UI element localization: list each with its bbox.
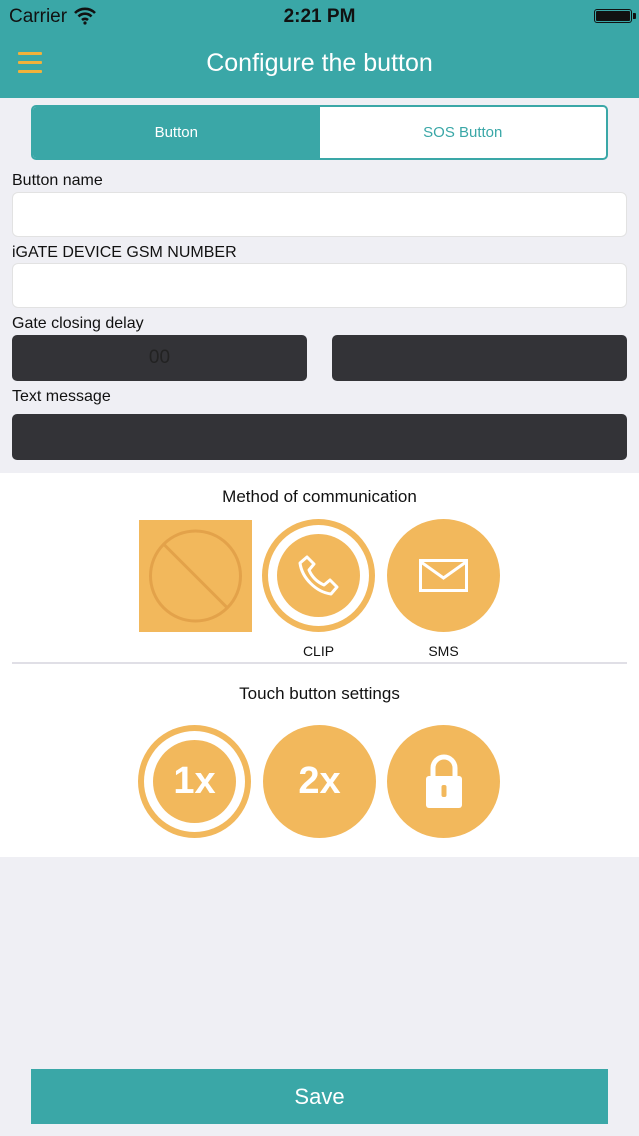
- comm-option-sms[interactable]: [387, 519, 500, 632]
- battery-icon: [594, 9, 636, 23]
- delay-picker-right[interactable]: [332, 335, 627, 381]
- lock-icon: [426, 754, 462, 808]
- sms-label: SMS: [428, 643, 459, 659]
- status-time: 2:21 PM: [283, 6, 356, 27]
- comm-option-none[interactable]: [139, 520, 252, 632]
- gsm-number-label: iGATE DEVICE GSM NUMBER: [12, 244, 237, 261]
- gate-delay-label: Gate closing delay: [12, 315, 144, 332]
- touch-option-single[interactable]: 1x: [138, 725, 251, 838]
- double-circle: 2x: [263, 725, 376, 838]
- phone-icon: [298, 555, 339, 596]
- double-tap-label: 2x: [298, 760, 341, 802]
- single-circle: 1x: [138, 725, 251, 838]
- single-tap-label: 1x: [173, 760, 216, 802]
- save-button[interactable]: Save: [31, 1069, 608, 1124]
- lock-circle: [387, 725, 500, 838]
- delay-picker-left[interactable]: 00: [12, 335, 307, 381]
- tab-button[interactable]: Button: [33, 107, 320, 158]
- section-divider: [12, 662, 627, 664]
- communication-title: Method of communication: [222, 487, 417, 506]
- text-message-input[interactable]: [12, 414, 627, 460]
- comm-option-clip[interactable]: [262, 519, 375, 632]
- envelope-icon: [419, 559, 468, 592]
- touch-option-lock[interactable]: [387, 725, 500, 838]
- touch-option-double[interactable]: 2x: [263, 725, 376, 838]
- none-icon: [149, 529, 242, 623]
- clip-label: CLIP: [302, 643, 335, 659]
- gsm-number-input[interactable]: [12, 263, 627, 308]
- button-name-label: Button name: [12, 172, 103, 189]
- button-name-input[interactable]: [12, 192, 627, 237]
- text-message-label: Text message: [12, 388, 111, 405]
- sms-circle: [387, 519, 500, 632]
- tab-sos-button[interactable]: SOS Button: [320, 107, 607, 158]
- clip-circle: [262, 519, 375, 632]
- touch-settings-title: Touch button settings: [239, 684, 400, 703]
- status-bar: Carrier 2:21 PM: [0, 0, 639, 34]
- page-title: Configure the button: [206, 49, 433, 77]
- button-type-tabs: Button SOS Button: [31, 105, 608, 160]
